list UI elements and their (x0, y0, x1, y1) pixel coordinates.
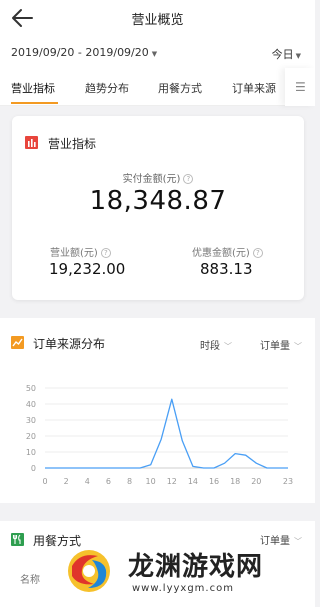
watermark: 龙渊游戏网 www.lyyxgm.com (60, 540, 315, 607)
x-tick-label: 8 (127, 477, 132, 486)
x-tick-label: 2 (64, 477, 69, 486)
series-line (45, 398, 288, 469)
utensils-icon (11, 533, 24, 546)
caret-down-icon: ▼ (295, 52, 301, 60)
x-tick-label: 20 (251, 477, 261, 486)
x-tick-label: 14 (188, 477, 198, 486)
date-filter-bar: 2019/09/20 - 2019/09/20 ▼ 今日 ▼ (0, 40, 315, 68)
order-source-line-chart: 0 10 20 30 40 50 0 2 4 6 8 10 12 14 16 18 20 23 (26, 384, 293, 486)
y-tick-label: 20 (26, 432, 36, 441)
paid-amount-label: 实付金额(元)? (12, 170, 304, 185)
date-range-picker[interactable]: 2019/09/20 - 2019/09/20 ▼ (11, 46, 157, 59)
watermark-url: www.lyyxgm.com (132, 583, 234, 594)
period-selector[interactable]: 今日 ▼ (272, 46, 301, 62)
tab-bar: 营业指标 趋势分布 用餐方式 订单来源 ☰ (0, 68, 315, 106)
tab-menu-button[interactable]: ☰ (285, 68, 315, 106)
period-dropdown[interactable]: 时段 ﹀ (200, 337, 232, 352)
metric-dropdown[interactable]: 订单量 ﹀ (260, 337, 302, 352)
revenue-value: 19,232.00 (49, 260, 126, 278)
column-header-name: 名称 (20, 575, 40, 586)
period-text: 今日 (271, 48, 294, 61)
x-tick-label: 12 (167, 477, 177, 486)
top-bar: 营业概览 (0, 0, 315, 40)
x-tick-label: 16 (209, 477, 219, 486)
chevron-down-icon: ﹀ (224, 342, 232, 351)
help-icon[interactable]: ? (183, 174, 194, 184)
x-tick-label: 23 (283, 477, 293, 486)
tab-order-source[interactable]: 订单来源 (232, 80, 276, 96)
y-tick-label: 40 (26, 400, 36, 409)
x-tick-label: 10 (146, 477, 156, 486)
x-tick-label: 18 (230, 477, 240, 486)
x-tick-label: 6 (106, 477, 111, 486)
menu-icon: ☰ (295, 80, 306, 94)
metrics-card-title: 营业指标 (48, 137, 97, 151)
active-tab-indicator (11, 102, 58, 104)
y-tick-label: 50 (26, 384, 36, 393)
order-source-title: 订单来源分布 (33, 337, 106, 351)
x-tick-label: 0 (42, 477, 47, 486)
caret-down-icon: ▼ (151, 50, 158, 58)
paid-amount-value: 18,348.87 (89, 186, 227, 216)
tab-business-metrics[interactable]: 营业指标 (11, 80, 55, 96)
help-icon[interactable]: ? (252, 248, 263, 258)
revenue-label: 营业额(元)? (50, 244, 111, 259)
y-tick-label: 10 (26, 448, 36, 457)
line-chart-icon (11, 336, 24, 349)
metrics-card: 营业指标 实付金额(元)? 18,348.87 营业额(元)? 19,232.0… (12, 116, 304, 300)
discount-label: 优惠金额(元)? (192, 244, 263, 259)
y-tick-label: 0 (31, 464, 36, 473)
page-title: 营业概览 (131, 13, 184, 28)
watermark-logo (68, 550, 110, 592)
x-tick-label: 4 (85, 477, 90, 486)
discount-value: 883.13 (200, 260, 253, 278)
tab-dining-mode[interactable]: 用餐方式 (158, 80, 202, 96)
date-range-text: 2019/09/20 - 2019/09/20 (11, 46, 149, 59)
tab-trend-distribution[interactable]: 趋势分布 (85, 80, 129, 96)
bar-chart-icon (25, 136, 38, 149)
help-icon[interactable]: ? (100, 248, 111, 258)
y-tick-label: 30 (26, 416, 36, 425)
chevron-down-icon: ﹀ (294, 342, 302, 351)
watermark-text: 龙渊游戏网 (128, 552, 264, 582)
